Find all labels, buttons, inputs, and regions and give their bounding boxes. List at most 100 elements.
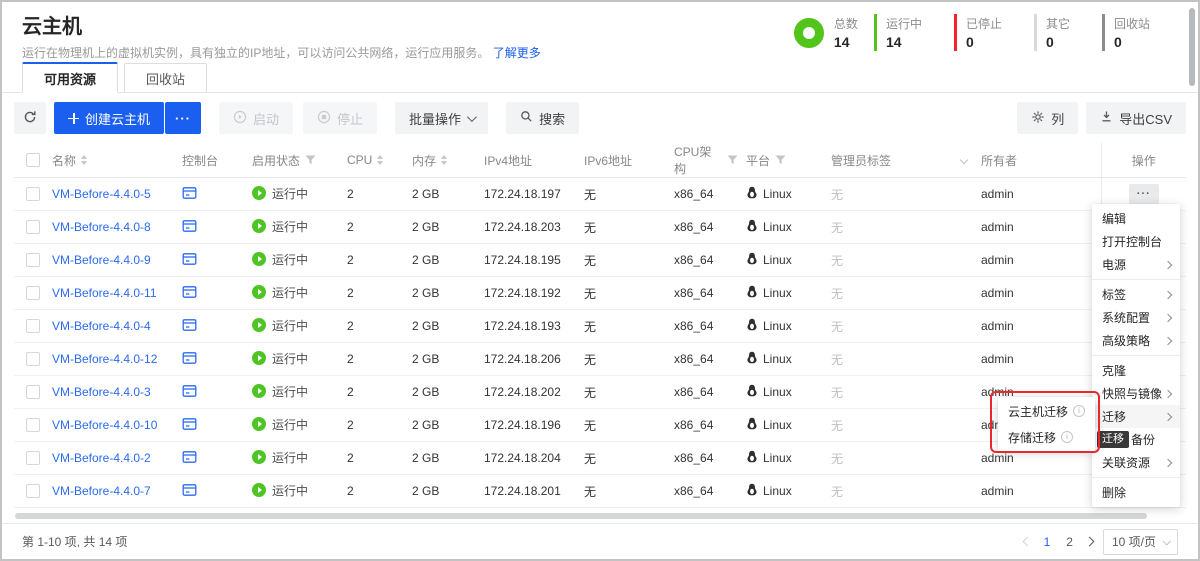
next-page-icon[interactable] (1085, 537, 1095, 547)
row-actions-button[interactable]: ··· (1129, 184, 1159, 204)
row-checkbox[interactable] (26, 451, 40, 465)
prev-page-icon[interactable] (1022, 537, 1032, 547)
menu-item[interactable]: 快照与镜像 (1092, 382, 1180, 405)
start-button[interactable]: 启动 (219, 102, 293, 134)
submenu-item[interactable]: 云主机迁移 (998, 398, 1095, 424)
console-icon[interactable] (182, 255, 197, 269)
row-checkbox[interactable] (26, 385, 40, 399)
filter-icon[interactable] (775, 155, 786, 165)
menu-item[interactable]: 编辑 (1092, 207, 1180, 230)
filter-icon[interactable] (305, 155, 316, 165)
refresh-button[interactable] (14, 102, 46, 134)
page-number[interactable]: 2 (1063, 535, 1076, 549)
column-header[interactable]: 控制台 (182, 143, 252, 178)
vm-name-link[interactable]: VM-Before-4.4.0-2 (52, 451, 151, 465)
menu-item[interactable]: 迁移 (1092, 405, 1180, 428)
ipv4-value: 172.24.18.192 (484, 277, 584, 310)
column-header[interactable]: 管理员标签 (831, 143, 981, 178)
export-csv-button[interactable]: 导出CSV (1086, 102, 1186, 134)
console-icon[interactable] (182, 354, 197, 368)
column-label: 所有者 (981, 152, 1017, 169)
stop-label: 停止 (337, 109, 363, 128)
search-button[interactable]: 搜索 (506, 102, 579, 134)
column-header[interactable]: CPU架构 (674, 143, 746, 178)
select-all-checkbox[interactable] (26, 153, 40, 167)
cpu-arch-value: x86_64 (674, 409, 746, 442)
menu-item[interactable]: 高级策略 (1092, 329, 1180, 352)
row-checkbox[interactable] (26, 484, 40, 498)
console-icon[interactable] (182, 321, 197, 335)
page-number[interactable]: 1 (1041, 535, 1054, 549)
column-header[interactable]: IPv4地址 (484, 143, 584, 178)
linux-icon (746, 450, 758, 466)
chevron-down-icon[interactable] (961, 157, 967, 163)
column-header[interactable]: 平台 (746, 143, 831, 178)
column-header[interactable]: IPv6地址 (584, 143, 674, 178)
learn-more-link[interactable]: 了解更多 (493, 46, 541, 60)
ipv6-value: 无 (584, 211, 674, 244)
console-icon[interactable] (182, 189, 197, 203)
row-checkbox[interactable] (26, 286, 40, 300)
row-checkbox[interactable] (26, 253, 40, 267)
row-checkbox[interactable] (26, 187, 40, 201)
menu-item[interactable]: 克隆 (1092, 359, 1180, 382)
page-size-select[interactable]: 10 项/页 (1103, 529, 1178, 555)
status-label: 运行中 (272, 317, 308, 334)
console-icon[interactable] (182, 453, 197, 467)
table-header-row: 名称 控制台 启用状态 CPU 内存 (14, 143, 1186, 178)
tab-recycle[interactable]: 回收站 (124, 63, 207, 92)
horizontal-scrollbar[interactable] (15, 513, 1147, 519)
tab-available[interactable]: 可用资源 (22, 62, 118, 93)
row-checkbox[interactable] (26, 418, 40, 432)
stop-button[interactable]: 停止 (303, 102, 377, 134)
columns-button[interactable]: 列 (1017, 102, 1078, 134)
filter-icon[interactable] (727, 155, 738, 165)
create-vm-button[interactable]: 创建云主机 (54, 102, 164, 134)
batch-actions-button[interactable]: 批量操作 (395, 102, 488, 134)
column-header[interactable]: 启用状态 (252, 143, 347, 178)
submenu-item[interactable]: 存储迁移 (998, 424, 1095, 450)
vm-name-link[interactable]: VM-Before-4.4.0-8 (52, 220, 151, 234)
vm-name-link[interactable]: VM-Before-4.4.0-12 (52, 352, 157, 366)
column-header[interactable]: 所有者 (981, 143, 1101, 178)
create-more-button[interactable]: ··· (165, 102, 201, 134)
menu-item[interactable]: 删除 (1092, 481, 1180, 504)
column-label: 管理员标签 (831, 152, 891, 169)
memory-value: 2 GB (412, 277, 484, 310)
vm-name-link[interactable]: VM-Before-4.4.0-10 (52, 418, 157, 432)
row-checkbox[interactable] (26, 220, 40, 234)
owner-value: admin (981, 310, 1101, 343)
admin-tag-value: 无 (831, 211, 981, 244)
column-header[interactable]: 内存 (412, 143, 484, 178)
console-icon[interactable] (182, 486, 197, 500)
menu-item[interactable]: 电源 (1092, 253, 1180, 276)
menu-item[interactable]: 标签 (1092, 283, 1180, 306)
console-icon[interactable] (182, 222, 197, 236)
vm-name-link[interactable]: VM-Before-4.4.0-4 (52, 319, 151, 333)
sort-icon[interactable] (377, 155, 383, 165)
console-icon[interactable] (182, 420, 197, 434)
column-header[interactable]: 名称 (52, 143, 182, 178)
vm-name-link[interactable]: VM-Before-4.4.0-5 (52, 187, 151, 201)
column-header[interactable]: 操作 (1101, 143, 1186, 178)
vm-name-link[interactable]: VM-Before-4.4.0-11 (52, 286, 157, 300)
vm-name-link[interactable]: VM-Before-4.4.0-9 (52, 253, 151, 267)
vertical-scrollbar[interactable] (1189, 8, 1195, 86)
cpu-value: 2 (347, 376, 412, 409)
console-icon[interactable] (182, 387, 197, 401)
row-checkbox[interactable] (26, 319, 40, 333)
menu-item[interactable]: 系统配置 (1092, 306, 1180, 329)
row-checkbox[interactable] (26, 352, 40, 366)
vm-name-link[interactable]: VM-Before-4.4.0-3 (52, 385, 151, 399)
menu-item[interactable]: 关联资源 (1092, 451, 1180, 474)
console-icon[interactable] (182, 288, 197, 302)
vm-name-link[interactable]: VM-Before-4.4.0-7 (52, 484, 151, 498)
linux-icon (746, 318, 758, 334)
menu-item[interactable]: 迁移 备份 (1092, 428, 1180, 451)
platform-label: Linux (763, 286, 792, 300)
column-header[interactable]: CPU (347, 143, 412, 178)
menu-item[interactable]: 打开控制台 (1092, 230, 1180, 253)
sort-icon[interactable] (441, 155, 447, 165)
column-label: CPU架构 (674, 143, 722, 177)
sort-icon[interactable] (81, 155, 87, 165)
